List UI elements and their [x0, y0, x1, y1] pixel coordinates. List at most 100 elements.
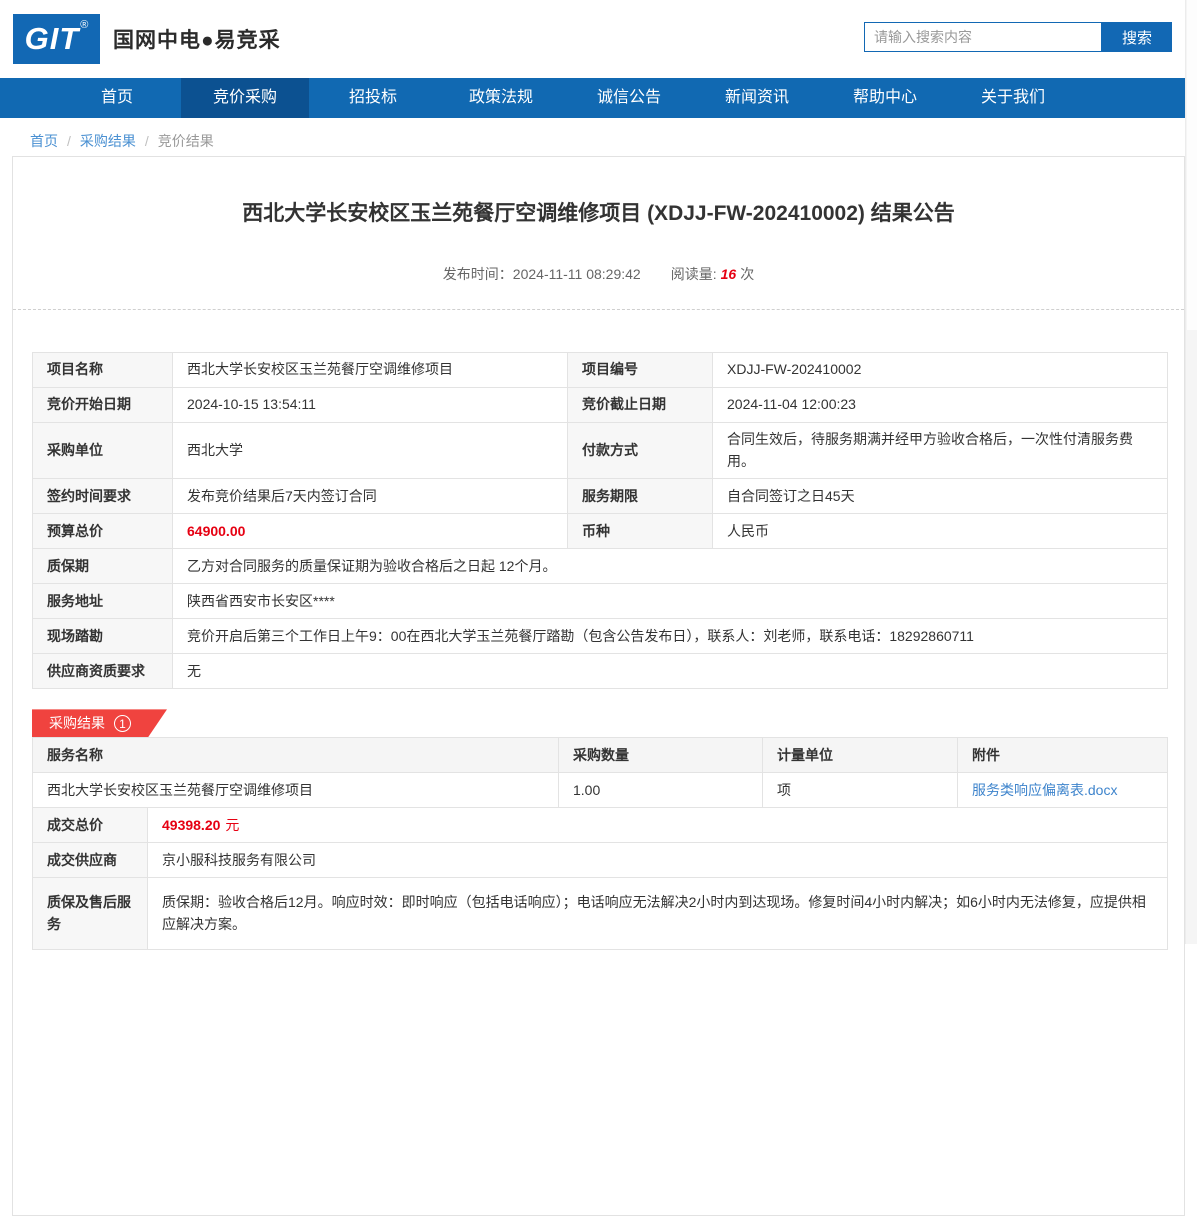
deal-price-value: 49398.20 元 [147, 807, 1168, 844]
table-row: 供应商资质要求 无 [32, 653, 1168, 690]
scrollbar-track[interactable] [1185, 0, 1197, 944]
service-address-value: 陕西省西安市长安区**** [172, 583, 1168, 620]
purchaser-label: 采购单位 [32, 421, 173, 480]
result-summary-table: 成交总价 49398.20 元 成交供应商 京小服科技服务有限公司 质保及售后服务… [32, 807, 1168, 951]
views-count: 16 [720, 266, 737, 282]
nav-item-about-us[interactable]: 关于我们 [949, 78, 1077, 118]
nav-item-news[interactable]: 新闻资讯 [693, 78, 821, 118]
table-row: 项目名称 西北大学长安校区玉兰苑餐厅空调维修项目 项目编号 XDJJ-FW-20… [32, 352, 1168, 388]
budget-value: 64900.00 [172, 513, 568, 550]
payment-label: 付款方式 [567, 421, 713, 480]
main-nav: 首页 竞价采购 招投标 政策法规 诚信公告 新闻资讯 帮助中心 关于我们 [0, 78, 1197, 118]
col-header-quantity: 采购数量 [558, 737, 763, 774]
breadcrumb-home[interactable]: 首页 [30, 131, 58, 151]
page-title: 西北大学长安校区玉兰苑餐厅空调维修项目 (XDJJ-FW-202410002) … [242, 202, 955, 225]
breadcrumb-current: 竞价结果 [157, 133, 214, 149]
nav-item-tenders[interactable]: 招投标 [309, 78, 437, 118]
publish-time-value: 2024-11-11 08:29:42 [512, 266, 641, 282]
site-visit-value: 竞价开启后第三个工作日上午9：00在西北大学玉兰苑餐厅踏勘（包含公告发布日），联… [172, 618, 1168, 655]
project-name-label: 项目名称 [32, 352, 173, 388]
table-row: 成交总价 49398.20 元 [32, 807, 1168, 844]
table-row: 质保期 乙方对合同服务的质量保证期为验收合格后之日起 12个月。 [32, 548, 1168, 585]
result-badge-label: 采购结果 [49, 715, 105, 732]
unit-cell: 项 [762, 772, 958, 809]
table-row: 预算总价 64900.00 币种 人民币 [32, 513, 1168, 550]
currency-value: 人民币 [712, 513, 1168, 550]
scrollbar-thumb[interactable] [1187, 0, 1197, 330]
publish-time-label: 发布时间： [442, 266, 513, 282]
result-count-badge: 1 [114, 715, 131, 732]
purchaser-value: 西北大学 [172, 421, 568, 480]
result-badge: 采购结果 1 [32, 709, 167, 737]
deal-price-unit: 元 [225, 816, 240, 833]
nav-item-help-center[interactable]: 帮助中心 [821, 78, 949, 118]
service-period-value: 自合同签订之日45天 [712, 478, 1168, 515]
sign-time-label: 签约时间要求 [32, 478, 173, 515]
service-address-label: 服务地址 [32, 583, 173, 620]
bid-end-label: 竞价截止日期 [567, 387, 713, 423]
registered-trademark-icon: ® [80, 19, 89, 31]
bid-start-value: 2024-10-15 13:54:11 [172, 387, 568, 423]
table-row: 签约时间要求 发布竞价结果后7天内签订合同 服务期限 自合同签订之日45天 [32, 478, 1168, 515]
search-input[interactable] [864, 22, 1102, 52]
project-details-table: 项目名称 西北大学长安校区玉兰苑餐厅空调维修项目 项目编号 XDJJ-FW-20… [32, 352, 1168, 690]
project-code-label: 项目编号 [567, 352, 713, 388]
result-section-header: 采购结果 1 [32, 709, 1165, 737]
col-header-service-name: 服务名称 [32, 737, 559, 774]
site-brand-name: 国网中电●易竞采 [113, 29, 281, 52]
attachment-link[interactable]: 服务类响应偏离表.docx [972, 782, 1117, 798]
nav-item-policies[interactable]: 政策法规 [437, 78, 565, 118]
project-code-value: XDJJ-FW-202410002 [712, 352, 1168, 388]
service-period-label: 服务期限 [567, 478, 713, 515]
table-row: 成交供应商 京小服科技服务有限公司 [32, 842, 1168, 879]
after-sale-label: 质保及售后服务 [32, 877, 148, 951]
dashed-divider [13, 309, 1184, 310]
deal-price-label: 成交总价 [32, 807, 148, 844]
col-header-attachment: 附件 [957, 737, 1168, 774]
site-visit-label: 现场踏勘 [32, 618, 173, 655]
breadcrumb-separator: / [67, 133, 71, 149]
views-label: 阅读量: [670, 266, 717, 282]
currency-label: 币种 [567, 513, 713, 550]
qualification-label: 供应商资质要求 [32, 653, 173, 690]
project-name-value: 西北大学长安校区玉兰苑餐厅空调维修项目 [172, 352, 568, 388]
breadcrumb-separator: / [144, 133, 149, 149]
deal-price-amount: 49398.20 [162, 816, 221, 833]
views-unit: 次 [740, 266, 755, 282]
logo-text: GIT [24, 21, 80, 56]
breadcrumb-purchase-results[interactable]: 采购结果 [80, 131, 136, 151]
warranty-value: 乙方对合同服务的质量保证期为验收合格后之日起 12个月。 [172, 548, 1168, 585]
quantity-cell: 1.00 [558, 772, 763, 809]
sign-time-value: 发布竞价结果后7天内签订合同 [172, 478, 568, 515]
budget-label: 预算总价 [32, 513, 173, 550]
service-name-cell: 西北大学长安校区玉兰苑餐厅空调维修项目 [32, 772, 559, 809]
publish-meta: 发布时间：2024-11-11 08:29:42 阅读量: 16 次 [32, 264, 1165, 284]
table-row: 西北大学长安校区玉兰苑餐厅空调维修项目 1.00 项 服务类响应偏离表.docx [32, 772, 1168, 809]
col-header-unit: 计量单位 [762, 737, 958, 774]
table-header-row: 服务名称 采购数量 计量单位 附件 [32, 737, 1168, 774]
site-logo[interactable]: GIT ® [13, 14, 100, 64]
nav-item-home[interactable]: 首页 [53, 78, 181, 118]
result-items-table: 服务名称 采购数量 计量单位 附件 西北大学长安校区玉兰苑餐厅空调维修项目 1.… [32, 737, 1168, 809]
warranty-label: 质保期 [32, 548, 173, 585]
attachment-cell: 服务类响应偏离表.docx [957, 772, 1168, 809]
supplier-label: 成交供应商 [32, 842, 148, 879]
budget-amount: 64900.00 [187, 522, 246, 539]
after-sale-value: 质保期：验收合格后12月。响应时效：即时响应（包括电话响应）；电话响应无法解决2… [147, 877, 1168, 951]
table-row: 采购单位 西北大学 付款方式 合同生效后，待服务期满并经甲方验收合格后，一次性付… [32, 421, 1168, 480]
search-button[interactable]: 搜索 [1102, 22, 1172, 52]
breadcrumb: 首页 / 采购结果 / 竞价结果 [0, 118, 1197, 151]
bid-end-value: 2024-11-04 12:00:23 [712, 387, 1168, 423]
nav-item-bidding-purchase[interactable]: 竞价采购 [181, 78, 309, 118]
qualification-value: 无 [172, 653, 1168, 690]
top-header: GIT ® 国网中电●易竞采 搜索 [0, 0, 1197, 78]
search-bar: 搜索 [864, 22, 1172, 52]
table-row: 质保及售后服务 质保期：验收合格后12月。响应时效：即时响应（包括电话响应）；电… [32, 877, 1168, 951]
supplier-value: 京小服科技服务有限公司 [147, 842, 1168, 879]
table-row: 服务地址 陕西省西安市长安区**** [32, 583, 1168, 620]
table-row: 竞价开始日期 2024-10-15 13:54:11 竞价截止日期 2024-1… [32, 387, 1168, 423]
payment-value: 合同生效后，待服务期满并经甲方验收合格后，一次性付清服务费用。 [712, 421, 1168, 480]
table-row: 现场踏勘 竞价开启后第三个工作日上午9：00在西北大学玉兰苑餐厅踏勘（包含公告发… [32, 618, 1168, 655]
bid-start-label: 竞价开始日期 [32, 387, 173, 423]
nav-item-integrity-notices[interactable]: 诚信公告 [565, 78, 693, 118]
